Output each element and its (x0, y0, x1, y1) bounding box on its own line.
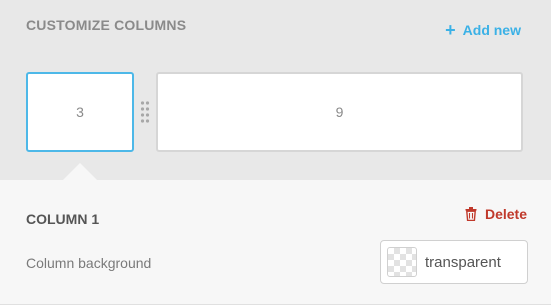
delete-column-button[interactable]: Delete (465, 206, 527, 222)
columns-layout-area: CUSTOMIZE COLUMNS + Add new 3 9 (0, 0, 551, 180)
column-1-width-label: 3 (76, 104, 84, 120)
customize-columns-panel: CUSTOMIZE COLUMNS + Add new 3 9 COLUMN 1 (0, 0, 551, 305)
add-new-button[interactable]: + Add new (445, 20, 521, 40)
column-background-label: Column background (26, 255, 152, 271)
trash-icon (465, 207, 477, 221)
add-new-label: Add new (462, 22, 521, 38)
plus-icon: + (445, 20, 456, 40)
column-background-picker[interactable]: transparent (380, 240, 528, 284)
column-background-value: transparent (425, 253, 501, 271)
column-settings-title: COLUMN 1 (26, 211, 100, 227)
column-2-box[interactable]: 9 (156, 72, 523, 152)
checkerboard-swatch-icon (387, 247, 417, 277)
column-1-box[interactable]: 3 (26, 72, 134, 152)
selected-column-pointer (63, 163, 97, 180)
column-2-width-label: 9 (335, 104, 344, 120)
section-title: CUSTOMIZE COLUMNS (26, 17, 187, 33)
delete-label: Delete (484, 206, 527, 222)
column-resize-handle-icon[interactable] (140, 100, 150, 124)
